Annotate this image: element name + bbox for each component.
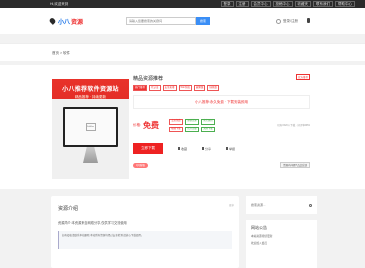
- top-link-favorites[interactable]: 收藏夹: [294, 1, 311, 7]
- feature-tag: 官方正版: [184, 126, 199, 132]
- notice-box: 小八推荐:永久免费 · 下载安装即用: [133, 95, 310, 109]
- notification-icon[interactable]: [307, 18, 310, 23]
- top-bar: Hi,欢迎来到 登录 注册 会员中心 投稿中心 收藏夹 联系我们 帮助中心: [0, 0, 365, 8]
- monitor-icon: SoftBox: [63, 107, 118, 147]
- breadcrumb[interactable]: 首页 > 软件: [0, 43, 365, 61]
- product-cover: 小八推荐软件资源站 精品推荐 · 持续更新 SoftBox: [52, 79, 129, 179]
- cover-title: 小八推荐软件资源站: [62, 87, 119, 93]
- report-button[interactable]: 举报: [226, 147, 235, 151]
- more-link[interactable]: 更多: [229, 203, 234, 207]
- site-logo[interactable]: 小八 资源: [48, 17, 83, 26]
- notice-title: 网站公告: [251, 225, 267, 230]
- download-stats: 已有1520人下载 · 好评率98%: [277, 123, 310, 127]
- price-line: 价格: 免费 会员免费 原创资源 永久更新 极速下载 官方正版 无限下载 已有1…: [133, 119, 310, 132]
- sidebar: 搜索资源... 网站公告 本站资源持续更新 欢迎加入会员: [246, 196, 317, 268]
- top-link-login[interactable]: 登录: [220, 1, 234, 7]
- notice-panel: 网站公告 本站资源持续更新 欢迎加入会员: [246, 220, 317, 268]
- notice-line: 欢迎加入会员: [251, 242, 268, 245]
- share-icon: [202, 147, 205, 150]
- recommend-badge: 官方推荐: [295, 74, 310, 80]
- top-link-register[interactable]: 注册: [235, 1, 249, 7]
- product-info: 精品资源推荐 官方推荐 热门推荐 已认证 安全无毒 Win系统 破解版 绿色版 …: [133, 74, 310, 168]
- share-button[interactable]: 分享: [202, 147, 211, 151]
- monitor-stand: [83, 147, 98, 163]
- description-card: 资源介绍 更多 资源简介:本资源来自网络分享,仅供学习交流使用 如有侵权请联系本…: [51, 196, 239, 268]
- top-link-member[interactable]: 会员中心: [250, 1, 271, 7]
- feedback-link[interactable]: 资源有问题?点此反馈: [280, 162, 310, 168]
- greeting-text: Hi,欢迎来到: [50, 1, 69, 6]
- sidebar-search[interactable]: 搜索资源...: [246, 196, 317, 214]
- search-icon: [309, 203, 312, 207]
- action-bar: 立即下载 收藏 分享 举报: [133, 143, 310, 154]
- user-login[interactable]: 登录/注册: [276, 19, 298, 24]
- location-pin-icon: [48, 17, 57, 25]
- tag[interactable]: 破解版: [193, 85, 206, 91]
- tag[interactable]: 热门推荐: [133, 85, 148, 91]
- download-button[interactable]: 立即下载: [133, 143, 163, 154]
- feature-tag: 永久更新: [200, 119, 215, 125]
- feature-tag: 无限下载: [200, 126, 215, 132]
- tag[interactable]: 已认证: [149, 85, 161, 91]
- top-links: 登录 注册 会员中心 投稿中心 收藏夹 联系我们 帮助中心: [220, 1, 355, 7]
- product-tags: 热门推荐 已认证 安全无毒 Win系统 破解版 绿色版: [133, 85, 310, 91]
- card-title: 资源介绍: [58, 206, 79, 212]
- feature-tag: 极速下载: [168, 126, 183, 132]
- tag[interactable]: Win系统: [178, 85, 192, 91]
- top-link-submit[interactable]: 投稿中心: [272, 1, 293, 7]
- site-header: 小八资源 搜索 登录/注册: [0, 8, 365, 34]
- top-link-help[interactable]: 帮助中心: [335, 1, 355, 7]
- product-section: 小八推荐软件资源站 精品推荐 · 持续更新 SoftBox 精品资源推荐 官方推…: [0, 65, 365, 189]
- notice-line: 本站资源持续更新: [251, 235, 273, 238]
- tag[interactable]: 安全无毒: [162, 85, 177, 91]
- star-icon: [178, 147, 180, 150]
- qq-service-button[interactable]: QQ客服: [133, 162, 148, 168]
- flag-icon: [226, 147, 229, 150]
- feature-tag: 会员免费: [168, 119, 183, 125]
- top-link-contact[interactable]: 联系我们: [313, 1, 333, 7]
- tag[interactable]: 绿色版: [207, 85, 219, 91]
- feature-tags: 会员免费 原创资源 永久更新 极速下载 官方正版 无限下载: [168, 119, 215, 132]
- price-value: 免费: [142, 121, 159, 130]
- search-input[interactable]: [126, 17, 196, 25]
- favorite-button[interactable]: 收藏: [178, 147, 187, 151]
- price-label: 价格:: [133, 123, 141, 127]
- search-bar: 搜索: [126, 17, 210, 25]
- card-text: 资源简介:本资源来自网络分享,仅供学习交流使用: [58, 221, 127, 225]
- card-quote: 如有侵权请联系本站删除,本站所有资源均经过安全检测,请放心下载使用。: [58, 231, 232, 249]
- feature-tag: 原创资源: [184, 119, 199, 125]
- search-button[interactable]: 搜索: [196, 17, 210, 25]
- user-icon: [276, 19, 281, 24]
- product-title: 精品资源推荐: [133, 76, 164, 82]
